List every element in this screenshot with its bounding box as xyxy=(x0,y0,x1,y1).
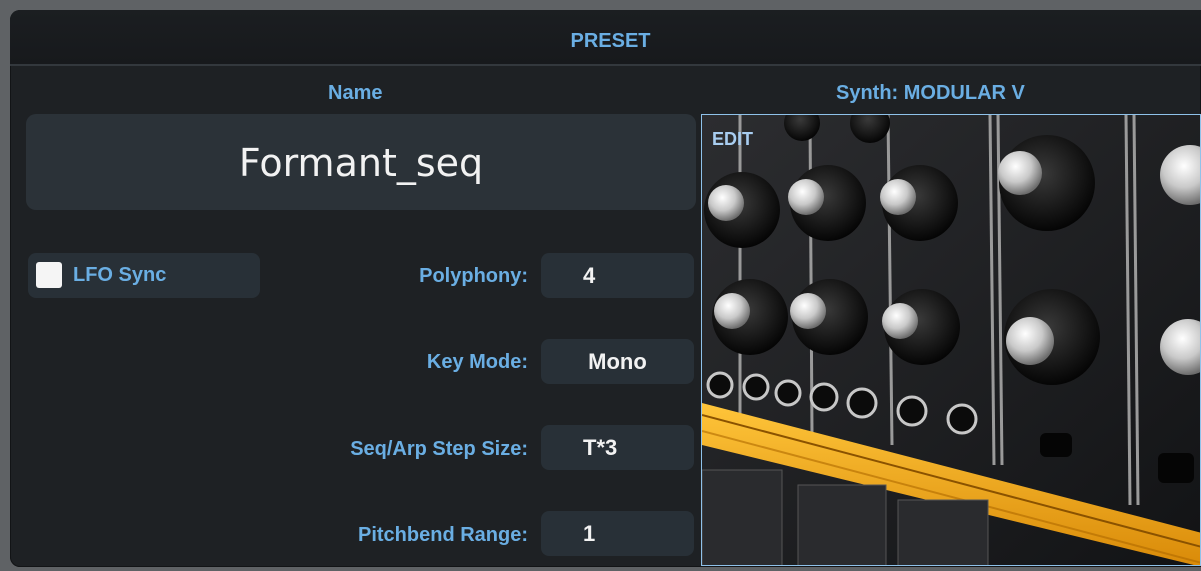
step-size-label: Seq/Arp Step Size: xyxy=(350,438,528,460)
pitchbend-range-value-field[interactable]: 1 xyxy=(541,511,694,556)
lfo-sync-toggle[interactable]: LFO Sync xyxy=(28,253,260,298)
key-mode-value: Mono xyxy=(588,349,647,374)
preset-header: PRESET xyxy=(10,10,1201,66)
step-size-value-field[interactable]: T*3 xyxy=(541,425,694,470)
step-size-value: T*3 xyxy=(583,435,618,460)
pitchbend-range-value: 1 xyxy=(583,521,596,546)
polyphony-value-field[interactable]: 4 xyxy=(541,253,694,298)
synth-label: Synth: MODULAR V xyxy=(836,82,1025,104)
preset-title: PRESET xyxy=(570,30,651,52)
lfo-sync-label: LFO Sync xyxy=(73,264,167,286)
preset-name-field[interactable]: Formant_seq xyxy=(26,114,696,210)
synth-image-edit-button[interactable]: EDIT xyxy=(701,114,1201,566)
preset-name-value: Formant_seq xyxy=(238,141,484,185)
preset-panel: PRESET Name Synth: MODULAR V Formant_seq… xyxy=(10,10,1201,567)
pitchbend-range-label: Pitchbend Range: xyxy=(357,524,528,546)
polyphony-label: Polyphony: xyxy=(419,265,528,287)
key-mode-label: Key Mode: xyxy=(426,351,528,373)
name-label: Name xyxy=(328,82,383,104)
polyphony-value: 4 xyxy=(583,263,596,288)
key-mode-value-field[interactable]: Mono xyxy=(541,339,694,384)
lfo-sync-checkbox[interactable] xyxy=(36,262,62,288)
modular-synth-image xyxy=(702,115,1200,565)
edit-label: EDIT xyxy=(712,129,754,149)
